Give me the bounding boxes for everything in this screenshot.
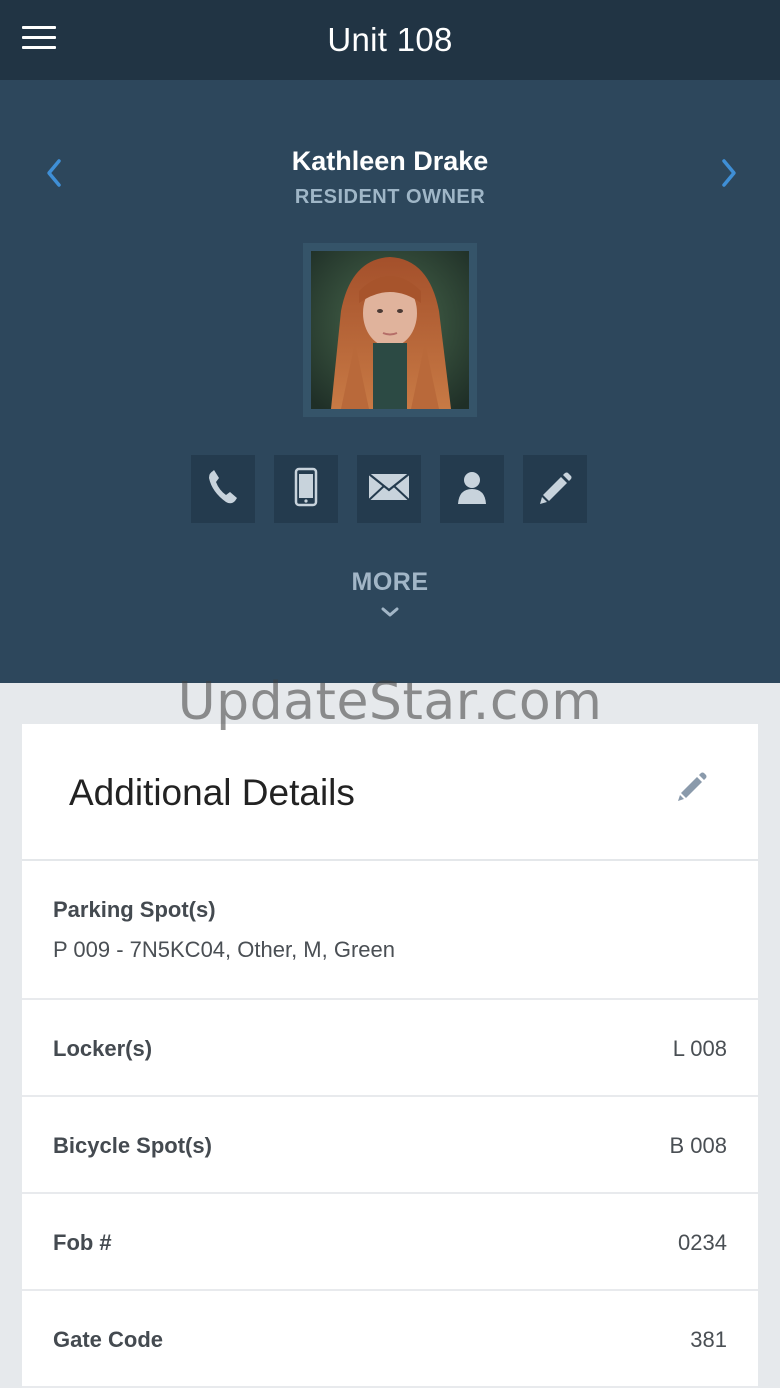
fob-value: 0234: [678, 1230, 727, 1255]
bicycle-spot-row[interactable]: Bicycle Spot(s) B 008: [22, 1097, 758, 1194]
contact-card-button[interactable]: [440, 455, 504, 523]
edit-details-pencil-icon[interactable]: [677, 770, 709, 802]
mail-icon: [368, 472, 410, 506]
card-title: Additional Details: [69, 772, 355, 813]
call-button[interactable]: [191, 455, 255, 523]
mobile-button[interactable]: [274, 455, 338, 523]
locker-label: Locker(s): [53, 1036, 153, 1061]
parking-spot-row[interactable]: Parking Spot(s) P 009 - 7N5KC04, Other, …: [22, 861, 758, 1000]
bicycle-spot-value: B 008: [669, 1133, 728, 1158]
bicycle-spot-label: Bicycle Spot(s): [53, 1133, 212, 1158]
resident-role: RESIDENT OWNER: [294, 186, 486, 208]
resident-name: Kathleen Drake: [291, 146, 489, 176]
avatar[interactable]: [311, 251, 469, 409]
hamburger-menu-icon[interactable]: [22, 26, 58, 52]
gate-code-row[interactable]: Gate Code 381: [22, 1291, 758, 1388]
edit-profile-button[interactable]: [523, 455, 587, 523]
more-toggle[interactable]: MORE: [0, 568, 780, 597]
locker-row[interactable]: Locker(s) L 008: [22, 1000, 758, 1097]
card-header: Additional Details: [22, 724, 758, 861]
phone-icon: [206, 468, 240, 511]
profile-header: Kathleen Drake RESIDENT OWNER MORE: [0, 80, 780, 683]
mobile-icon: [294, 467, 318, 512]
pencil-icon: [537, 469, 573, 510]
parking-spot-label: Parking Spot(s): [53, 897, 216, 922]
fob-label: Fob #: [53, 1230, 112, 1255]
avatar-frame: [303, 243, 477, 417]
email-button[interactable]: [357, 455, 421, 523]
gate-code-value: 381: [690, 1327, 727, 1352]
additional-details-card: Additional Details Parking Spot(s) P 009…: [22, 724, 758, 1388]
fob-row[interactable]: Fob # 0234: [22, 1194, 758, 1291]
gate-code-label: Gate Code: [53, 1327, 164, 1352]
locker-value: L 008: [672, 1036, 727, 1061]
chevron-down-icon[interactable]: [380, 605, 400, 623]
watermark: UpdateStar.com: [177, 672, 603, 732]
parking-spot-value: P 009 - 7N5KC04, Other, M, Green: [53, 937, 395, 962]
contact-icon: [456, 469, 488, 510]
app-bar: Unit 108: [0, 0, 780, 80]
contact-actions: [191, 455, 587, 523]
page-title: Unit 108: [327, 21, 453, 58]
